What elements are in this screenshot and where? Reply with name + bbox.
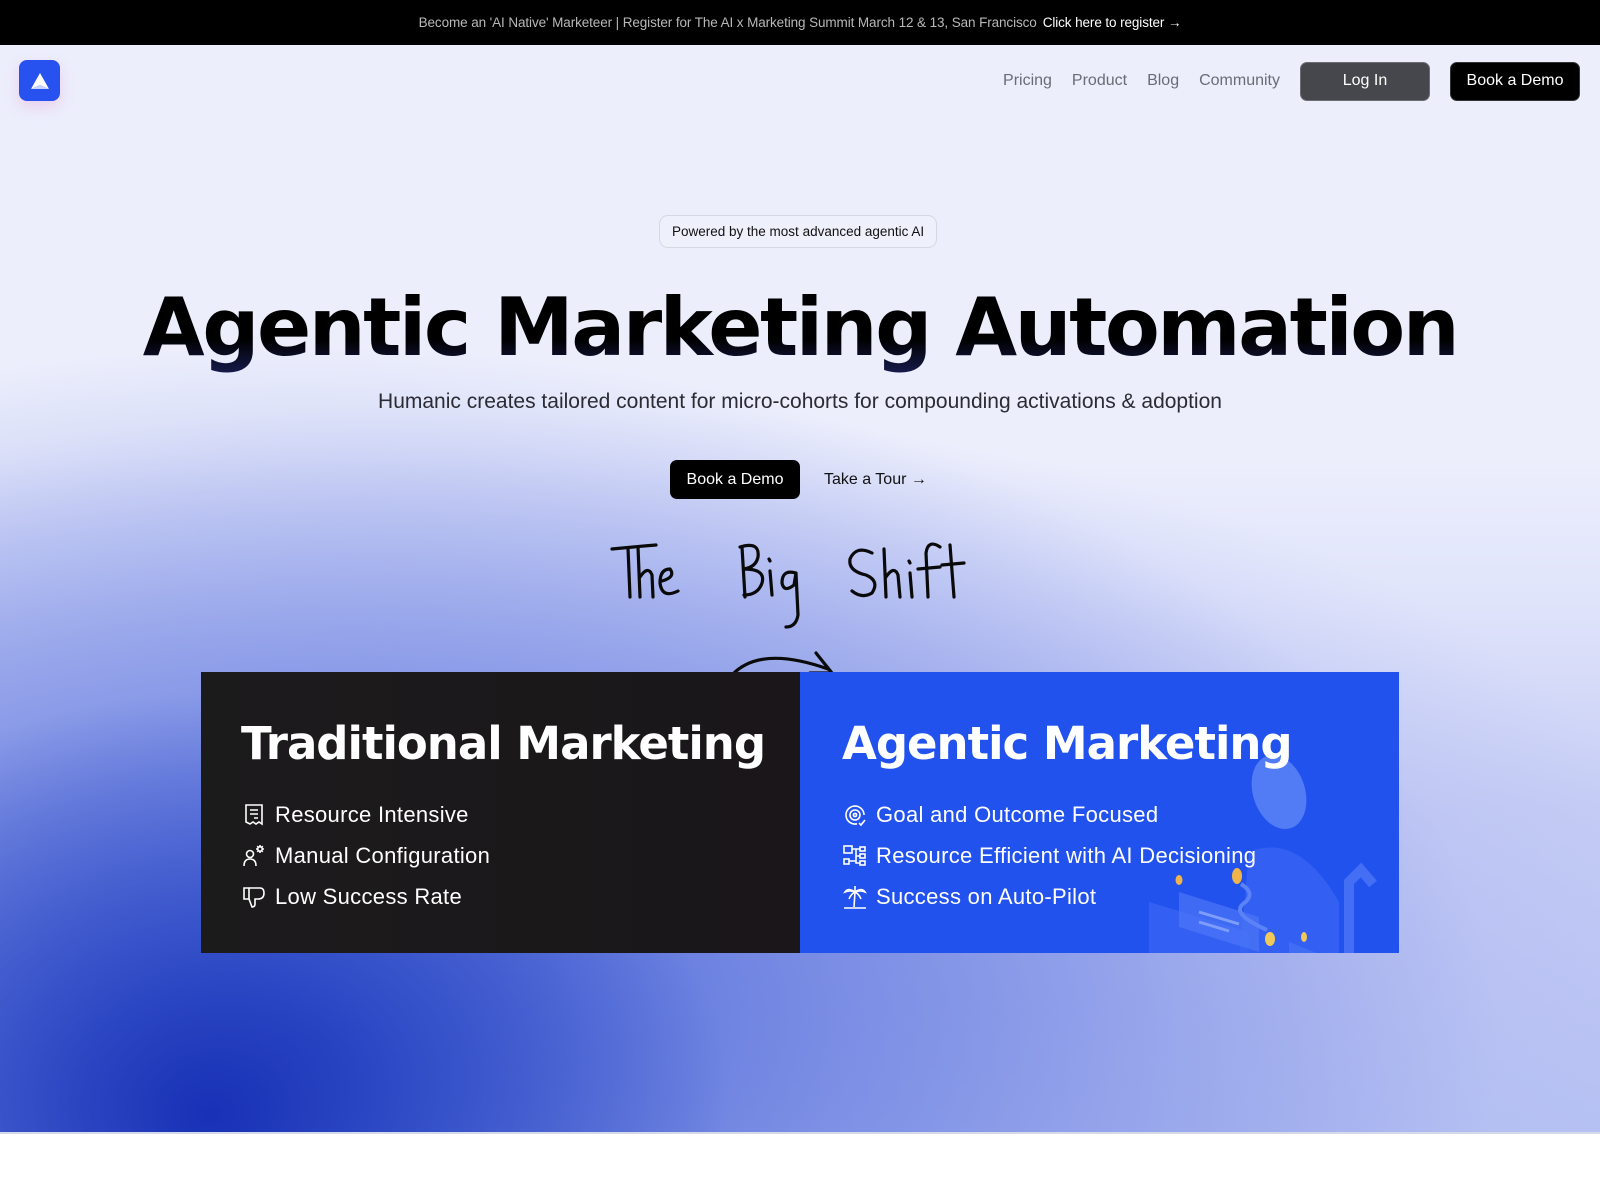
flowchart-icon bbox=[842, 843, 868, 869]
traditional-features: Resource Intensive Manual Configuration bbox=[241, 794, 800, 917]
logo[interactable] bbox=[19, 60, 60, 101]
feature-label: Low Success Rate bbox=[275, 883, 462, 909]
register-link[interactable]: Click here to register → bbox=[1043, 15, 1182, 30]
nav-product[interactable]: Product bbox=[1072, 72, 1127, 90]
hero-subtitle: Humanic creates tailored content for mic… bbox=[378, 390, 1222, 413]
arrow-up-logo-icon bbox=[30, 72, 49, 89]
feature-item: Resource Efficient with AI Decisioning bbox=[842, 835, 1399, 876]
book-demo-nav-button[interactable]: Book a Demo bbox=[1450, 61, 1580, 101]
agentic-marketing-panel: Agentic Marketing Goal and Outcome Focus… bbox=[800, 672, 1399, 953]
feature-label: Success on Auto-Pilot bbox=[876, 883, 1097, 909]
feature-item: Goal and Outcome Focused bbox=[842, 794, 1399, 835]
palm-tree-icon bbox=[842, 884, 868, 910]
receipt-icon bbox=[241, 802, 267, 828]
book-demo-hero-button[interactable]: Book a Demo bbox=[670, 460, 800, 499]
nav-pricing[interactable]: Pricing bbox=[1003, 72, 1052, 90]
login-button[interactable]: Log In bbox=[1300, 61, 1430, 101]
target-check-icon bbox=[842, 802, 868, 828]
section-divider bbox=[0, 1132, 1600, 1134]
hero-cta-row: Book a Demo Take a Tour → bbox=[670, 460, 927, 499]
comparison-section: Traditional Marketing Resource Intensive bbox=[201, 672, 1399, 953]
page-title: Agentic Marketing Automation bbox=[0, 273, 1600, 383]
hero-section: Pricing Product Blog Community Log In Bo… bbox=[0, 45, 1600, 1133]
traditional-marketing-panel: Traditional Marketing Resource Intensive bbox=[201, 672, 800, 953]
thumbs-down-icon bbox=[241, 884, 267, 910]
feature-label: Resource Efficient with AI Decisioning bbox=[876, 842, 1257, 868]
announcement-message: Become an 'AI Native' Marketeer | Regist… bbox=[418, 15, 1037, 30]
feature-item: Manual Configuration bbox=[241, 835, 800, 876]
main-nav: Pricing Product Blog Community Log In Bo… bbox=[1003, 45, 1600, 117]
take-tour-link[interactable]: Take a Tour → bbox=[824, 471, 927, 489]
feature-item: Low Success Rate bbox=[241, 876, 800, 917]
traditional-title: Traditional Marketing bbox=[241, 717, 766, 770]
powered-by-badge: Powered by the most advanced agentic AI bbox=[659, 215, 938, 248]
feature-item: Success on Auto-Pilot bbox=[842, 876, 1399, 917]
feature-label: Resource Intensive bbox=[275, 801, 469, 827]
feature-item: Resource Intensive bbox=[241, 794, 800, 835]
user-gear-icon bbox=[241, 843, 267, 869]
nav-blog[interactable]: Blog bbox=[1147, 72, 1179, 90]
announcement-bar: Become an 'AI Native' Marketeer | Regist… bbox=[0, 0, 1600, 45]
feature-label: Manual Configuration bbox=[275, 842, 491, 868]
feature-label: Goal and Outcome Focused bbox=[876, 801, 1159, 827]
agentic-title: Agentic Marketing bbox=[842, 717, 1293, 770]
nav-community[interactable]: Community bbox=[1199, 72, 1280, 90]
agentic-features: Goal and Outcome Focused Resource Effici… bbox=[842, 794, 1399, 917]
